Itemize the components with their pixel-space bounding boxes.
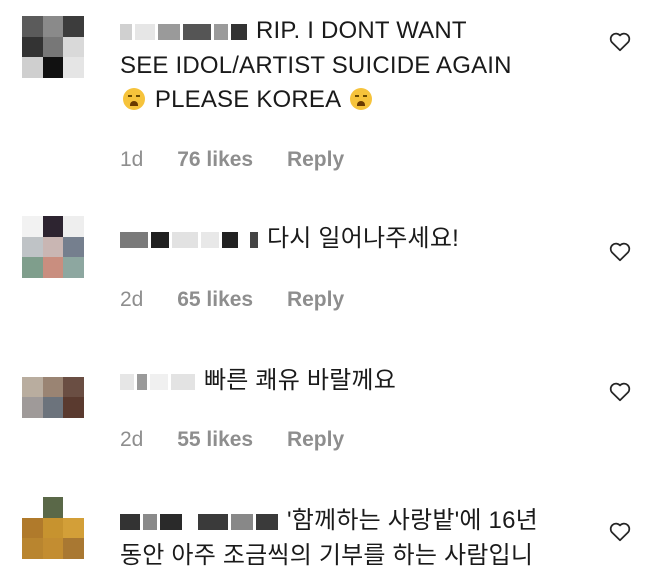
- avatar-pixel: [63, 497, 84, 518]
- likes-count[interactable]: 65 likes: [177, 288, 253, 311]
- avatar-pixel: [42, 397, 64, 418]
- comment-text: 다시 일어나주세요!: [120, 222, 590, 257]
- avatar-pixel: [42, 16, 64, 37]
- avatar-pixel: [22, 16, 43, 37]
- avatar-pixel: [42, 257, 64, 278]
- reply-button[interactable]: Reply: [287, 148, 344, 171]
- avatar-pixel: [63, 397, 84, 418]
- heart-outline-icon[interactable]: [607, 238, 633, 264]
- blurred-username[interactable]: [120, 365, 198, 399]
- comment-text: RIP. I DONT WANT SEE IDOL/ARTIST SUICIDE…: [120, 14, 590, 117]
- avatar-pixel: [63, 257, 84, 278]
- avatar-pixel: [42, 538, 64, 559]
- comment-time: 1d: [120, 148, 144, 171]
- likes-count[interactable]: 76 likes: [177, 148, 253, 171]
- heart-outline-icon[interactable]: [607, 378, 633, 404]
- avatar-pixel: [22, 216, 43, 237]
- avatar-pixel: [42, 497, 64, 518]
- avatar-pixel: [22, 517, 43, 539]
- avatar-pixel: [42, 36, 64, 58]
- avatar-pixel: [42, 216, 64, 237]
- avatar[interactable]: [22, 16, 84, 78]
- heart-outline-icon[interactable]: [607, 28, 633, 54]
- avatar-pixel: [22, 57, 43, 78]
- comment-text: '함께하는 사랑밭'에 16년 동안 아주 조금씩의 기부를 하는 사람입니: [120, 504, 590, 573]
- avatar[interactable]: [22, 356, 84, 418]
- blurred-username[interactable]: [120, 505, 281, 539]
- avatar-pixel: [63, 356, 84, 377]
- avatar-pixel: [63, 376, 84, 398]
- blurred-username[interactable]: [120, 223, 261, 257]
- avatar-pixel: [63, 16, 84, 37]
- blurred-username[interactable]: [120, 15, 250, 49]
- avatar-pixel: [22, 538, 43, 559]
- avatar-pixel: [22, 236, 43, 258]
- avatar-pixel: [42, 517, 64, 539]
- avatar-pixel: [42, 236, 64, 258]
- avatar-pixel: [42, 57, 64, 78]
- avatar-pixel: [63, 538, 84, 559]
- avatar[interactable]: [22, 216, 84, 278]
- avatar[interactable]: [22, 497, 84, 559]
- comment-time: 2d: [120, 428, 144, 451]
- avatar-pixel: [22, 36, 43, 58]
- avatar-pixel: [63, 57, 84, 78]
- comment-text: 빠른 쾌유 바랄께요: [120, 364, 590, 399]
- loudly-crying-face-icon: [349, 87, 372, 110]
- avatar-pixel: [22, 356, 43, 377]
- avatar-pixel: [22, 376, 43, 398]
- avatar-pixel: [22, 257, 43, 278]
- avatar-pixel: [63, 517, 84, 539]
- avatar-pixel: [63, 216, 84, 237]
- loudly-crying-face-icon: [123, 87, 145, 110]
- likes-count[interactable]: 55 likes: [177, 428, 253, 451]
- avatar-pixel: [22, 497, 43, 518]
- heart-outline-icon[interactable]: [607, 518, 633, 544]
- avatar-pixel: [22, 397, 43, 418]
- avatar-pixel: [63, 36, 84, 58]
- comment-time: 2d: [120, 288, 144, 311]
- avatar-pixel: [63, 236, 84, 258]
- avatar-pixel: [42, 376, 64, 398]
- reply-button[interactable]: Reply: [287, 428, 344, 451]
- avatar-pixel: [42, 356, 64, 377]
- reply-button[interactable]: Reply: [287, 288, 344, 311]
